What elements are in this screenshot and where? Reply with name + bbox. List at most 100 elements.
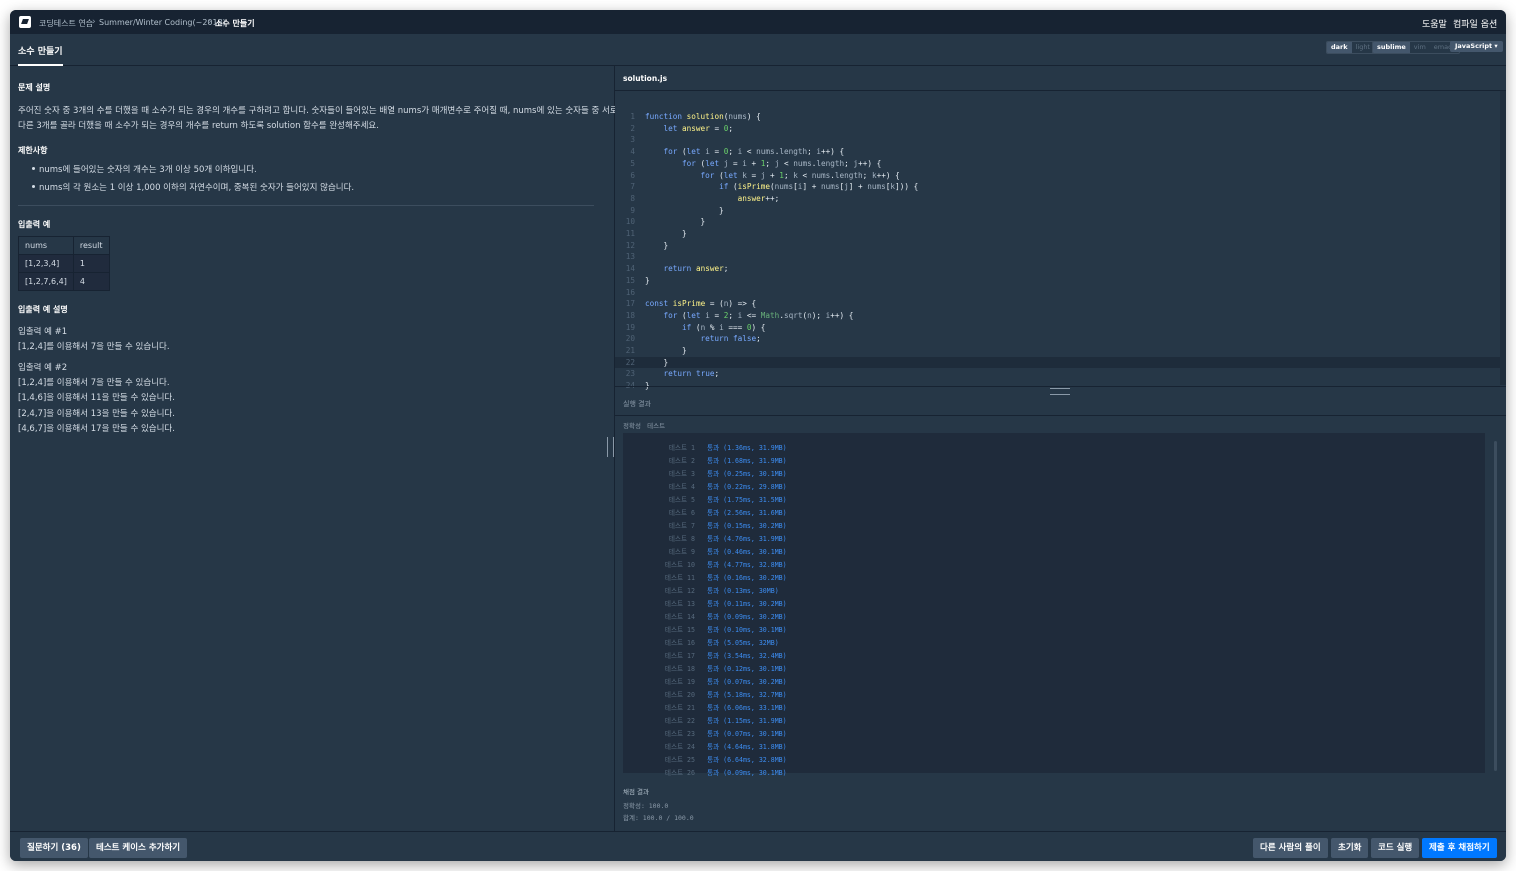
test-name: 테스트 4 — [668, 483, 695, 491]
line-number: 22 — [625, 357, 635, 367]
keymap-vim-option[interactable]: vim — [1410, 42, 1430, 53]
line-number: 11 — [625, 229, 635, 238]
code-line[interactable]: 3 — [615, 134, 1500, 146]
others-solutions-button[interactable]: 다른 사람의 풀이 — [1253, 838, 1328, 858]
tab-problem-title[interactable]: 소수 만들기 — [18, 44, 63, 66]
code-line[interactable]: 8 answer++; — [615, 193, 1500, 205]
example-1-line: [1,2,4]를 이용해서 7을 만들 수 있습니다. — [18, 342, 170, 352]
caret-down-icon: ▾ — [1494, 42, 1498, 50]
code-line[interactable]: 10 } — [615, 216, 1500, 228]
code-text: const isPrime = (n) => { — [645, 299, 757, 309]
bottom-bar: 질문하기 (36) 테스트 케이스 추가하기 다른 사람의 풀이 초기화 코드 … — [10, 831, 1506, 861]
breadcrumb-category[interactable]: Summer/Winter Coding(~2018) — [99, 18, 226, 27]
test-name: 테스트 26 — [664, 769, 695, 777]
code-line[interactable]: 6 for (let k = j + 1; k < nums.length; k… — [615, 170, 1500, 182]
code-line[interactable]: 1 function solution(nums) { — [615, 111, 1500, 123]
code-line[interactable]: 16 — [615, 287, 1500, 299]
test-result-row: 테스트 13 통과 (0.11ms, 30.2MB) — [623, 598, 787, 611]
programmers-logo-icon[interactable] — [19, 16, 31, 28]
code-line[interactable]: 15} — [615, 275, 1500, 287]
divider — [18, 205, 594, 206]
code-line[interactable]: 11 } — [615, 228, 1500, 240]
test-result-row: 테스트 11 통과 (0.16ms, 30.2MB) — [623, 572, 787, 585]
code-text: for (let k = j + 1; k < nums.length; k++… — [700, 170, 900, 180]
editor-scrollbar[interactable] — [1500, 91, 1506, 385]
code-editor[interactable]: 1 function solution(nums) {2 let answer =… — [615, 91, 1500, 390]
pane-splitter-handle[interactable] — [607, 437, 614, 457]
test-result: 통과 (0.13ms, 30MB) — [707, 587, 779, 595]
test-name: 테스트 6 — [668, 509, 695, 517]
grade-total: 합계: 100.0 / 100.0 — [623, 814, 694, 822]
code-line[interactable]: 23 return true; — [615, 368, 1500, 380]
code-line[interactable]: 20 return false; — [615, 333, 1500, 345]
code-line[interactable]: 4 for (let i = 0; i < nums.length; i++) … — [615, 146, 1500, 158]
breadcrumb-coding-test[interactable]: 코딩테스트 연습 — [39, 18, 93, 29]
table-row: [1,2,3,4] 1 — [18, 254, 110, 273]
line-number: 18 — [625, 310, 635, 320]
language-select[interactable]: JavaScript ▾ — [1450, 41, 1503, 52]
editor-filename: solution.js — [623, 74, 668, 83]
test-result: 통과 (0.15ms, 30.2MB) — [707, 522, 787, 530]
code-line[interactable]: 12 } — [615, 240, 1500, 252]
theme-toggle: dark light — [1326, 41, 1375, 54]
code-line[interactable]: 14 return answer; — [615, 263, 1500, 275]
code-line[interactable]: 17 const isPrime = (n) => { — [615, 298, 1500, 310]
example-2-line: [1,4,6]을 이용해서 11을 만들 수 있습니다. — [18, 393, 175, 403]
example-2-line: [4,6,7]을 이용해서 17을 만들 수 있습니다. — [18, 424, 175, 434]
test-name: 테스트 12 — [664, 587, 695, 595]
test-result-row: 테스트 15 통과 (0.10ms, 30.1MB) — [623, 624, 787, 637]
help-link[interactable]: 도움말 — [1422, 17, 1447, 30]
code-text: } — [645, 275, 650, 285]
test-result: 통과 (0.11ms, 30.2MB) — [707, 600, 787, 608]
tab-test[interactable]: 테스트 — [647, 422, 665, 430]
test-result-row: 테스트 2 통과 (1.68ms, 31.9MB) — [623, 455, 787, 468]
code-text: } — [645, 357, 669, 367]
keymap-sublime-option[interactable]: sublime — [1373, 42, 1410, 53]
test-result: 통과 (0.25ms, 30.1MB) — [707, 470, 787, 478]
code-line[interactable]: 2 let answer = 0; — [615, 123, 1500, 135]
code-line[interactable]: 19 if (n % i === 0) { — [615, 322, 1500, 334]
test-name: 테스트 8 — [668, 535, 695, 543]
code-line[interactable]: 7 if (isPrime(nums[i] + nums[j] + nums[k… — [615, 181, 1500, 193]
test-result: 통과 (0.07ms, 30.1MB) — [707, 730, 787, 738]
code-line[interactable]: 21 } — [615, 345, 1500, 357]
line-number: 16 — [625, 287, 635, 297]
line-number: 20 — [625, 334, 635, 344]
test-name: 테스트 13 — [664, 600, 695, 608]
code-line[interactable]: 9 } — [615, 205, 1500, 217]
test-result: 통과 (0.12ms, 30.1MB) — [707, 665, 787, 673]
tab-accuracy[interactable]: 정확성 — [623, 422, 641, 430]
test-result: 통과 (0.16ms, 30.2MB) — [707, 574, 787, 582]
top-bar: 코딩테스트 연습 › Summer/Winter Coding(~2018) ›… — [10, 10, 1506, 34]
ask-question-button[interactable]: 질문하기 (36) — [20, 838, 88, 858]
test-result: 통과 (1.36ms, 31.9MB) — [707, 444, 787, 452]
code-line[interactable]: 18 for (let i = 2; i <= Math.sqrt(n); i+… — [615, 310, 1500, 322]
test-result: 통과 (1.15ms, 31.9MB) — [707, 717, 787, 725]
grade-accuracy: 정확성: 100.0 — [623, 802, 669, 810]
code-text: } — [645, 229, 687, 238]
run-code-button[interactable]: 코드 실행 — [1371, 838, 1420, 858]
code-line[interactable]: 22 } — [615, 356, 1500, 369]
reset-button[interactable]: 초기화 — [1331, 838, 1369, 858]
line-number: 19 — [625, 322, 635, 332]
theme-light-option[interactable]: light — [1352, 42, 1374, 53]
io-heading: 입출력 예 — [18, 220, 51, 229]
add-test-case-button[interactable]: 테스트 케이스 추가하기 — [89, 838, 188, 858]
test-result-row: 테스트 25 통과 (6.64ms, 32.8MB) — [623, 754, 787, 767]
submit-button[interactable]: 제출 후 채점하기 — [1422, 838, 1497, 858]
result-list: 테스트 1 통과 (1.36ms, 31.9MB) 테스트 2 통과 (1.68ms,… — [623, 433, 1485, 777]
theme-dark-option[interactable]: dark — [1327, 42, 1352, 53]
test-result: 통과 (4.77ms, 32.8MB) — [707, 561, 787, 569]
code-text: for (let i = 2; i <= Math.sqrt(n); i++) … — [663, 310, 854, 320]
test-result: 통과 (0.07ms, 30.2MB) — [707, 678, 787, 686]
result-scrollbar[interactable] — [1494, 441, 1497, 771]
test-result: 통과 (4.76ms, 31.9MB) — [707, 535, 787, 543]
test-result-row: 테스트 20 통과 (5.18ms, 32.7MB) — [623, 689, 787, 702]
resize-handle[interactable] — [1050, 388, 1070, 395]
line-number: 5 — [630, 158, 635, 168]
code-line[interactable]: 5 for (let j = i + 1; j < nums.length; j… — [615, 158, 1500, 170]
code-text: let answer = 0; — [663, 123, 733, 133]
compile-options-link[interactable]: 컴파일 옵션 — [1453, 17, 1497, 30]
example-2-line: [2,4,7]을 이용해서 13을 만들 수 있습니다. — [18, 409, 175, 419]
code-line[interactable]: 13 — [615, 251, 1500, 263]
